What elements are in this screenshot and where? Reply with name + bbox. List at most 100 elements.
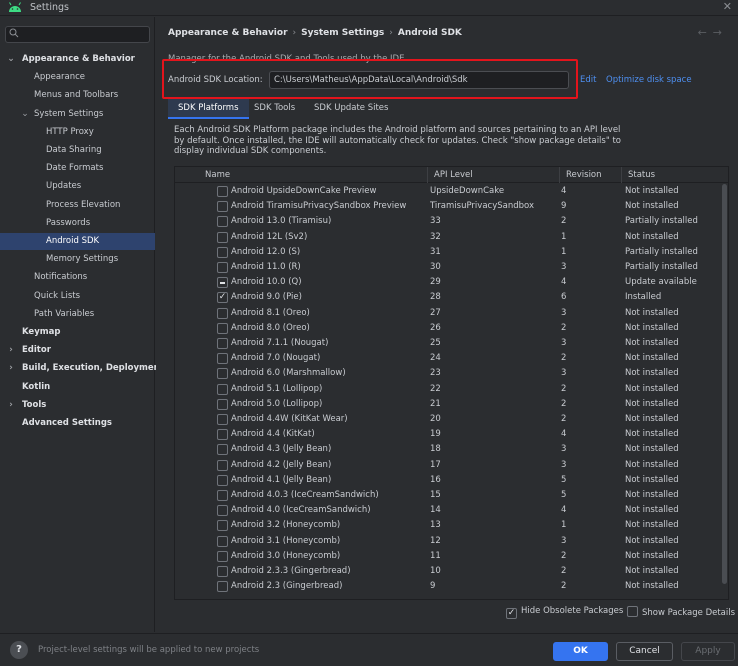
table-row[interactable]: ✓ Android 9.0 (Pie) 28 6 Installed xyxy=(175,290,720,305)
table-row[interactable]: Android 12L (Sv2) 32 1 Not installed xyxy=(175,230,720,245)
breadcrumb-item[interactable]: Appearance & Behavior xyxy=(168,28,288,38)
table-row[interactable]: Android 6.0 (Marshmallow) 23 3 Not installe… xyxy=(175,366,720,381)
table-row[interactable]: Android 8.0 (Oreo) 26 2 Not installed xyxy=(175,321,720,336)
cancel-button[interactable]: Cancel xyxy=(616,642,673,661)
package-checkbox[interactable] xyxy=(217,520,228,532)
package-checkbox[interactable] xyxy=(217,505,228,517)
sidebar-item[interactable]: Process Elevation xyxy=(0,197,155,214)
package-checkbox[interactable] xyxy=(217,581,228,593)
help-button[interactable]: ? xyxy=(10,641,28,659)
column-header-name[interactable]: Name xyxy=(199,167,425,183)
forward-arrow-icon[interactable]: → xyxy=(713,26,728,39)
tab-sdk-platforms[interactable]: SDK Platforms xyxy=(168,99,249,119)
search-input[interactable] xyxy=(5,26,150,43)
table-row[interactable]: Android 2.3.3 (Gingerbread) 10 2 Not instal… xyxy=(175,564,720,579)
table-row[interactable]: Android 7.0 (Nougat) 24 2 Not installed xyxy=(175,351,720,366)
package-checkbox[interactable] xyxy=(217,535,228,547)
package-checkbox[interactable] xyxy=(217,414,228,425)
show-details-option[interactable]: Show Package Details xyxy=(627,606,735,618)
sidebar-item[interactable]: HTTP Proxy xyxy=(0,124,155,141)
sidebar-item[interactable]: Kotlin xyxy=(0,379,155,396)
table-row[interactable]: Android 12.0 (S) 31 1 Partially installed xyxy=(175,245,720,260)
package-checkbox[interactable] xyxy=(217,566,228,577)
package-checkbox[interactable] xyxy=(217,216,228,228)
table-row[interactable]: Android 4.4W (KitKat Wear) 20 2 Not install… xyxy=(175,412,720,427)
sidebar-item[interactable]: Data Sharing xyxy=(0,142,155,159)
package-checkbox[interactable] xyxy=(217,186,228,197)
sidebar-item[interactable]: ⌄ System Settings xyxy=(0,106,155,123)
package-checkbox[interactable] xyxy=(217,307,228,319)
sidebar-item[interactable]: › Tools xyxy=(0,397,155,414)
package-checkbox[interactable] xyxy=(217,338,228,349)
package-checkbox[interactable] xyxy=(217,246,228,258)
package-checkbox[interactable]: ✓ xyxy=(217,292,228,304)
sidebar-item[interactable]: Date Formats xyxy=(0,160,155,177)
package-checkbox[interactable] xyxy=(217,398,228,410)
package-checkbox[interactable] xyxy=(217,459,228,471)
close-icon[interactable]: ✕ xyxy=(723,0,732,13)
package-checkbox[interactable] xyxy=(217,383,228,395)
table-row[interactable]: Android 5.1 (Lollipop) 22 2 Not installed xyxy=(175,382,720,397)
table-scrollbar[interactable] xyxy=(721,184,728,584)
sidebar-item[interactable]: › Editor xyxy=(0,342,155,359)
table-row[interactable]: Android 4.1 (Jelly Bean) 16 5 Not installed xyxy=(175,473,720,488)
table-row[interactable]: Android 4.2 (Jelly Bean) 17 3 Not installed xyxy=(175,458,720,473)
hide-obsolete-option[interactable]: ✓ Hide Obsolete Packages xyxy=(506,606,623,619)
package-checkbox[interactable] xyxy=(217,368,228,380)
optimize-disk-space-link[interactable]: Optimize disk space xyxy=(606,75,692,85)
hide-obsolete-checkbox[interactable]: ✓ xyxy=(506,608,517,619)
table-row[interactable]: Android 2.3 (Gingerbread) 9 2 Not installed xyxy=(175,579,720,594)
sidebar-item[interactable]: ⌄ Appearance & Behavior xyxy=(0,51,155,68)
sidebar-item[interactable]: Passwords xyxy=(0,215,155,232)
sidebar-item[interactable]: Advanced Settings xyxy=(0,415,155,432)
sidebar-item[interactable]: Path Variables xyxy=(0,306,155,323)
back-arrow-icon[interactable]: ← xyxy=(698,26,713,39)
tab-sdk-update-sites[interactable]: SDK Update Sites xyxy=(304,99,398,119)
table-row[interactable]: Android 3.1 (Honeycomb) 12 3 Not installed xyxy=(175,534,720,549)
column-header-api-level[interactable]: API Level xyxy=(427,167,559,183)
table-row[interactable]: Android 7.1.1 (Nougat) 25 3 Not installed xyxy=(175,336,720,351)
sidebar-item[interactable]: Keymap xyxy=(0,324,155,341)
package-checkbox[interactable] xyxy=(217,322,228,334)
table-row[interactable]: Android 4.0.3 (IceCreamSandwich) 15 5 Not i… xyxy=(175,488,720,503)
tab-sdk-tools[interactable]: SDK Tools xyxy=(244,99,305,119)
chevron-down-icon[interactable]: ⌄ xyxy=(20,106,30,123)
sidebar-item[interactable]: Android SDK xyxy=(0,233,155,250)
package-checkbox[interactable] xyxy=(217,353,228,365)
scrollbar-thumb[interactable] xyxy=(722,184,727,584)
table-row[interactable]: Android 13.0 (Tiramisu) 33 2 Partially inst… xyxy=(175,214,720,229)
package-checkbox[interactable] xyxy=(217,444,228,456)
sidebar-item[interactable]: Quick Lists xyxy=(0,288,155,305)
table-row[interactable]: Android 4.0 (IceCreamSandwich) 14 4 Not ins… xyxy=(175,503,720,518)
table-row[interactable]: Android 3.2 (Honeycomb) 13 1 Not installed xyxy=(175,518,720,533)
sidebar-item[interactable]: Notifications xyxy=(0,269,155,286)
sidebar-item[interactable]: Menus and Toolbars xyxy=(0,87,155,104)
chevron-right-icon[interactable]: › xyxy=(6,360,16,377)
sidebar-item[interactable]: Appearance xyxy=(0,69,155,86)
package-checkbox[interactable] xyxy=(217,201,228,213)
chevron-down-icon[interactable]: ⌄ xyxy=(6,51,16,68)
column-header-status[interactable]: Status xyxy=(621,167,721,183)
package-checkbox[interactable] xyxy=(217,262,228,273)
table-row[interactable]: Android 4.3 (Jelly Bean) 18 3 Not installed xyxy=(175,442,720,457)
table-row[interactable]: Android 8.1 (Oreo) 27 3 Not installed xyxy=(175,306,720,321)
sidebar-item[interactable]: Memory Settings xyxy=(0,251,155,268)
show-details-checkbox[interactable] xyxy=(627,606,638,617)
sidebar-item[interactable]: Updates xyxy=(0,178,155,195)
table-row[interactable]: Android TiramisuPrivacySandbox Preview Ti… xyxy=(175,199,720,214)
chevron-right-icon[interactable]: › xyxy=(6,397,16,414)
table-row[interactable]: Android 4.4 (KitKat) 19 4 Not installed xyxy=(175,427,720,442)
edit-link[interactable]: Edit xyxy=(580,75,596,85)
chevron-right-icon[interactable]: › xyxy=(6,342,16,359)
package-checkbox[interactable] xyxy=(217,474,228,486)
table-row[interactable]: Android 10.0 (Q) 29 4 Update available xyxy=(175,275,720,290)
table-row[interactable]: Android 5.0 (Lollipop) 21 2 Not installed xyxy=(175,397,720,412)
package-checkbox[interactable] xyxy=(217,277,228,289)
breadcrumb-item[interactable]: System Settings xyxy=(301,28,384,38)
table-row[interactable]: Android 11.0 (R) 30 3 Partially installed xyxy=(175,260,720,275)
package-checkbox[interactable] xyxy=(217,490,228,501)
sdk-location-field[interactable]: C:\Users\Matheus\AppData\Local\Android\S… xyxy=(269,71,569,89)
package-checkbox[interactable] xyxy=(217,429,228,441)
table-row[interactable]: Android UpsideDownCake Preview UpsideDown… xyxy=(175,184,720,199)
table-row[interactable]: Android 3.0 (Honeycomb) 11 2 Not installed xyxy=(175,549,720,564)
